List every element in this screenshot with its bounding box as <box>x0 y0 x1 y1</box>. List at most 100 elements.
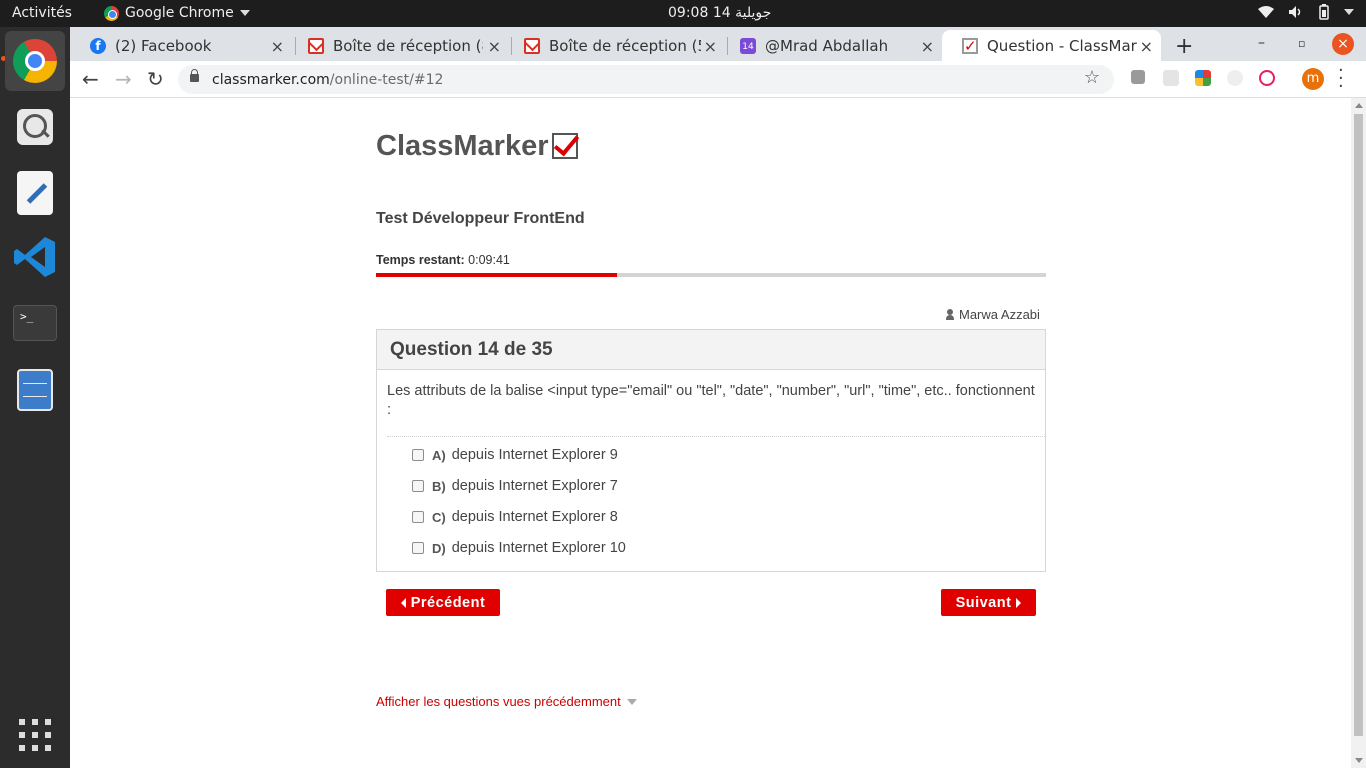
answer-option-d[interactable]: D) depuis Internet Explorer 10 <box>412 540 626 556</box>
extension-colorful-icon[interactable] <box>1195 70 1211 86</box>
time-progress-fill <box>376 273 618 277</box>
tab-gmail-2[interactable]: Boîte de réception (59 × <box>504 30 725 61</box>
dock-text-editor[interactable] <box>5 163 65 223</box>
next-button-label: Suivant <box>955 594 1012 611</box>
reload-button[interactable]: ↻ <box>147 67 164 91</box>
answer-checkbox[interactable] <box>412 542 424 554</box>
tab-mrad-abdallah[interactable]: 14 @Mrad Abdallah × <box>720 30 942 61</box>
address-bar[interactable]: classmarker.com/online-test/#12 ☆ <box>178 65 1114 94</box>
window-close-button[interactable]: × <box>1332 33 1354 55</box>
chrome-app-icon <box>104 5 119 21</box>
next-button[interactable]: Suivant <box>941 589 1036 616</box>
facebook-icon: f <box>90 37 106 54</box>
browser-tab-strip: f (2) Facebook × Boîte de réception (89 … <box>70 27 1366 61</box>
page-viewport: ClassMarker Test Développeur FrontEnd Te… <box>70 98 1366 768</box>
tab-facebook[interactable]: f (2) Facebook × <box>70 30 292 61</box>
dock-file-manager[interactable] <box>5 360 65 420</box>
new-tab-button[interactable]: + <box>1175 34 1193 59</box>
answer-option-c[interactable]: C) depuis Internet Explorer 8 <box>412 509 618 525</box>
text-editor-icon <box>17 171 53 215</box>
answer-checkbox[interactable] <box>412 480 424 492</box>
previous-button-label: Précédent <box>410 594 486 611</box>
classmarker-icon: ✓ <box>962 36 978 55</box>
app-menu[interactable]: Google Chrome <box>104 5 250 21</box>
forward-button[interactable]: → <box>115 67 132 91</box>
question-panel: Question 14 de 35 Les attributs de la ba… <box>376 329 1046 572</box>
system-tray[interactable] <box>1258 4 1354 20</box>
option-letter: B) <box>432 478 446 494</box>
tab-label: Question - ClassMarke <box>987 36 1138 55</box>
activities-button[interactable]: Activités <box>12 5 72 21</box>
more-menu-icon[interactable]: · · · <box>1338 62 1344 96</box>
question-text: Les attributs de la balise <input type="… <box>387 383 1035 418</box>
magnifier-icon <box>17 109 53 145</box>
lock-icon <box>190 69 199 82</box>
url-path: /online-test/#12 <box>329 71 444 88</box>
option-text: depuis Internet Explorer 8 <box>451 509 618 525</box>
restore-button[interactable]: ▫ <box>1298 37 1305 50</box>
option-text: depuis Internet Explorer 10 <box>451 540 626 556</box>
tab-classmarker[interactable]: ✓ Question - ClassMarke × <box>942 30 1161 61</box>
close-icon[interactable]: × <box>704 37 717 56</box>
browser-toolbar: ← → ↻ classmarker.com/online-test/#12 ☆ … <box>70 61 1366 98</box>
file-cabinet-icon <box>17 369 53 411</box>
system-clock[interactable]: جويلية 14 09:08 <box>668 5 771 21</box>
extension-copy-icon[interactable] <box>1131 70 1145 84</box>
caret-left-icon <box>400 597 406 608</box>
close-icon[interactable]: × <box>1140 37 1153 56</box>
tab-label: Boîte de réception (59 <box>549 36 701 55</box>
answer-checkbox[interactable] <box>412 449 424 461</box>
option-letter: C) <box>432 509 446 525</box>
url-domain: classmarker.com <box>212 71 330 88</box>
scroll-down-icon[interactable] <box>1355 758 1363 763</box>
answer-option-a[interactable]: A) depuis Internet Explorer 9 <box>412 447 618 463</box>
answer-option-b[interactable]: B) depuis Internet Explorer 7 <box>412 478 618 494</box>
dock-screenshot-tool[interactable] <box>5 97 65 157</box>
gmail-icon <box>308 37 324 54</box>
tab-label: (2) Facebook <box>115 36 212 55</box>
question-divider <box>387 436 1045 437</box>
vscode-icon <box>14 237 55 277</box>
page-scrollbar[interactable] <box>1351 98 1366 768</box>
wifi-icon <box>1258 6 1274 18</box>
dock-vscode[interactable] <box>5 227 65 287</box>
gmail-icon <box>524 37 540 54</box>
user-info: Marwa Azzabi <box>946 307 1040 322</box>
chrome-icon <box>13 39 57 83</box>
extension-pink-icon[interactable] <box>1259 70 1275 86</box>
back-button[interactable]: ← <box>82 67 99 91</box>
profile-avatar[interactable]: m <box>1302 68 1324 90</box>
volume-icon <box>1289 6 1301 18</box>
bookmark-star-icon[interactable]: ☆ <box>1084 67 1100 88</box>
close-icon[interactable]: × <box>921 37 934 56</box>
show-applications-icon[interactable] <box>19 719 51 751</box>
option-letter: A) <box>432 447 446 463</box>
extension-grid-icon[interactable] <box>1163 70 1179 86</box>
dock-terminal[interactable]: >_ <box>5 293 65 353</box>
answer-checkbox[interactable] <box>412 511 424 523</box>
tab-label: Boîte de réception (89 <box>333 36 483 55</box>
close-icon[interactable]: × <box>488 37 501 56</box>
tab-gmail-1[interactable]: Boîte de réception (89 × <box>288 30 509 61</box>
logo-checkbox-icon <box>551 133 578 159</box>
classmarker-logo: ClassMarker <box>376 130 578 163</box>
close-icon[interactable]: × <box>271 37 284 56</box>
app-menu-label: Google Chrome <box>125 5 234 21</box>
timer-value: 0:09:41 <box>464 253 510 267</box>
system-top-bar: Activités Google Chrome جويلية 14 09:08 <box>0 0 1366 27</box>
previous-button[interactable]: Précédent <box>386 589 500 616</box>
extension-clock-icon[interactable] <box>1227 70 1243 86</box>
calendar-icon: 14 <box>740 37 756 54</box>
option-letter: D) <box>432 540 446 556</box>
previous-questions-link[interactable]: Afficher les questions vues précédemment <box>376 694 637 709</box>
test-title: Test Développeur FrontEnd <box>376 210 585 227</box>
dock-chrome[interactable] <box>5 31 65 91</box>
scroll-up-icon[interactable] <box>1355 103 1363 108</box>
tab-label: @Mrad Abdallah <box>765 36 889 55</box>
terminal-icon: >_ <box>13 305 57 341</box>
scrollbar-thumb[interactable] <box>1354 114 1363 736</box>
time-remaining: Temps restant: 0:09:41 <box>376 253 510 267</box>
option-text: depuis Internet Explorer 7 <box>451 478 618 494</box>
user-name: Marwa Azzabi <box>959 307 1040 322</box>
minimize-button[interactable]: – <box>1258 35 1265 51</box>
